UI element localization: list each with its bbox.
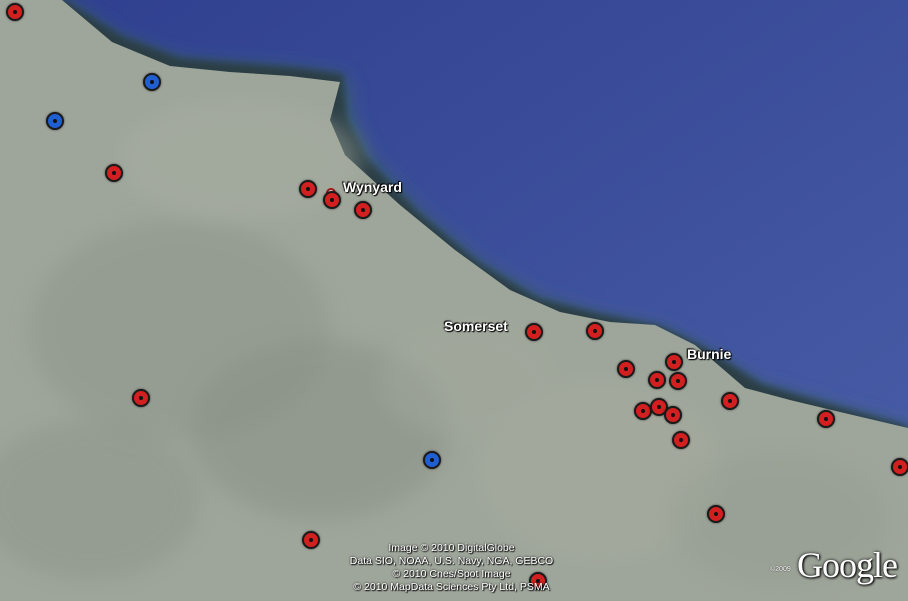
location-marker-red[interactable] [648, 371, 666, 389]
location-marker-red[interactable] [105, 164, 123, 182]
logo-copyright: ©2009 [770, 566, 791, 573]
location-marker-red[interactable] [665, 353, 683, 371]
location-marker-blue[interactable] [143, 73, 161, 91]
location-marker-red[interactable] [617, 360, 635, 378]
location-marker-red[interactable] [299, 180, 317, 198]
location-marker-blue[interactable] [46, 112, 64, 130]
location-marker-red[interactable] [586, 322, 604, 340]
location-marker-red[interactable] [132, 389, 150, 407]
location-marker-red[interactable] [817, 410, 835, 428]
location-marker-red[interactable] [672, 431, 690, 449]
location-marker-red[interactable] [669, 372, 687, 390]
location-marker-red[interactable] [354, 201, 372, 219]
location-marker-red[interactable] [6, 3, 24, 21]
location-marker-red[interactable] [891, 458, 908, 476]
location-marker-red[interactable] [707, 505, 725, 523]
town-label-burnie: Burnie [687, 346, 732, 362]
location-marker-blue[interactable] [423, 451, 441, 469]
satellite-imagery [0, 0, 908, 601]
location-marker-red[interactable] [323, 191, 341, 209]
location-marker-red[interactable] [664, 406, 682, 424]
location-marker-red[interactable] [721, 392, 739, 410]
attribution-line: © 2010 MapData Sciences Pty Ltd, PSMA [353, 581, 550, 593]
town-label-somerset: Somerset [444, 318, 508, 334]
google-logo: Google [797, 545, 898, 585]
location-marker-red[interactable] [525, 323, 543, 341]
map-canvas[interactable]: Wynyard Somerset Burnie Image © 2010 Dig… [0, 0, 908, 601]
town-label-wynyard: Wynyard [343, 179, 402, 195]
attribution-line: Image © 2010 DigitalGlobe [388, 542, 515, 554]
